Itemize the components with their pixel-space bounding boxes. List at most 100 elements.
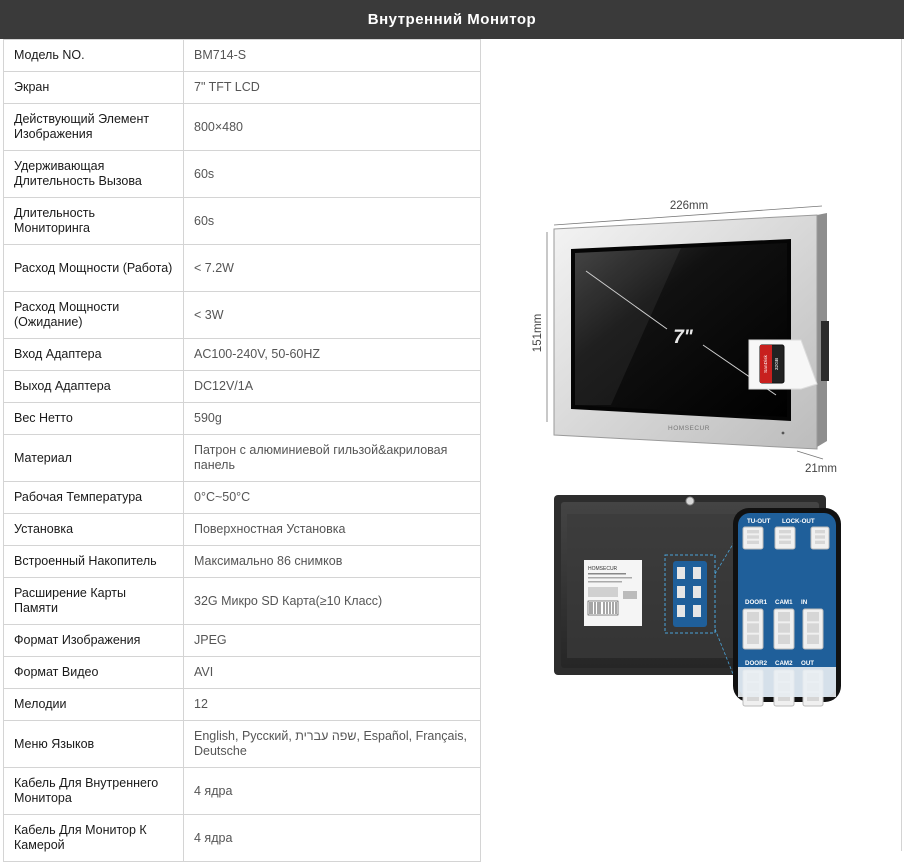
spec-value: Поверхностная Установка: [183, 513, 481, 546]
spec-key: Кабель Для Внутреннего Монитора: [3, 767, 184, 815]
spec-row: Формат Изображения JPEG: [3, 624, 481, 657]
spec-key: Расход Мощности (Работа): [3, 244, 184, 292]
spec-row: Мелодии 12: [3, 688, 481, 721]
connector-pin: [747, 634, 759, 644]
spec-value: Патрон с алюминиевой гильзой&акриловая п…: [183, 434, 481, 482]
spec-row: Материал Патрон с алюминиевой гильзой&акр…: [3, 434, 481, 482]
spec-key: Экран: [3, 71, 184, 104]
port-label: OUT: [801, 660, 814, 667]
port-label: TU-OUT: [747, 518, 771, 525]
spec-row: Расход Мощности (Ожидание) < 3W: [3, 291, 481, 339]
connector-pin: [747, 530, 759, 534]
spec-key: Вход Адаптера: [3, 338, 184, 371]
spec-value: AC100-240V, 50-60HZ: [183, 338, 481, 371]
spec-value: < 3W: [183, 291, 481, 339]
spec-row: Кабель Для Внутреннего Монитора 4 ядра: [3, 767, 481, 815]
spec-value: 60s: [183, 197, 481, 245]
connector-pin: [815, 540, 825, 544]
connector-pin: [778, 612, 790, 622]
spec-key: Рабочая Температура: [3, 481, 184, 514]
spec-key: Расход Мощности (Ожидание): [3, 291, 184, 339]
spec-key: Формат Изображения: [3, 624, 184, 657]
spec-value: BM714-S: [183, 39, 481, 72]
spec-value: 4 ядра: [183, 767, 481, 815]
connector-pin: [779, 535, 791, 539]
port-board-zoom: TU-OUT LOCK-OUT DOOR1 CAM1 IN DOOR2 CAM2 OUT: [733, 508, 841, 707]
label-brand: HOMSECUR: [588, 566, 618, 572]
spec-key: Мелодии: [3, 688, 184, 721]
spec-value: Максимально 86 снимков: [183, 545, 481, 578]
spec-key: Расширение Карты Памяти: [3, 577, 184, 625]
screen-diagonal-label: 7": [673, 327, 694, 348]
spec-value: 590g: [183, 402, 481, 435]
spec-value: 800×480: [183, 103, 481, 151]
spec-key: Длительность Мониторинга: [3, 197, 184, 245]
spec-value: 12: [183, 688, 481, 721]
connector-pin: [779, 540, 791, 544]
spec-row: Действующий Элемент Изображения 800×480: [3, 103, 481, 151]
spec-row: Расход Мощности (Работа) < 7.2W: [3, 244, 481, 292]
spec-row: Вес Нетто 590g: [3, 402, 481, 435]
spec-key: Формат Видео: [3, 656, 184, 689]
port-label: IN: [801, 599, 808, 606]
page-title: Внутренний Монитор: [0, 0, 904, 39]
spec-key: Действующий Элемент Изображения: [3, 103, 184, 151]
spec-table-body: Модель NO. BM714-S Экран 7" TFT LCD Действую…: [3, 39, 481, 862]
spec-row: Меню Языков English, Русский, שפה עברית, …: [3, 720, 481, 768]
spec-value: 60s: [183, 150, 481, 198]
connector-pin: [807, 623, 819, 633]
connector-pin: [747, 623, 759, 633]
port-label: CAM1: [775, 599, 793, 606]
spec-key: Выход Адаптера: [3, 370, 184, 403]
spec-value: 7" TFT LCD: [183, 71, 481, 104]
spec-row: Выход Адаптера DC12V/1A: [3, 370, 481, 403]
spec-key: Вес Нетто: [3, 402, 184, 435]
spec-key: Модель NO.: [3, 39, 184, 72]
port-label: LOCK-OUT: [782, 518, 815, 525]
height-label: 151mm: [532, 314, 544, 352]
spec-value: AVI: [183, 656, 481, 689]
product-images: 226mm 151mm 21mm 7" HOMSECUR SanDisk 32G…: [481, 39, 902, 851]
port-label: DOOR2: [745, 660, 768, 667]
port-label: DOOR1: [745, 599, 768, 606]
spec-key: Встроенный Накопитель: [3, 545, 184, 578]
frame-brand-logo: HOMSECUR: [668, 425, 710, 432]
connector-pin: [807, 612, 819, 622]
width-label: 226mm: [670, 200, 708, 212]
spec-key: Удерживающая Длительность Вызова: [3, 150, 184, 198]
spec-value: English, Русский, שפה עברית, Español, Fr…: [183, 720, 481, 768]
connector-pin: [815, 530, 825, 534]
sd-card-size: 32GB: [774, 358, 780, 370]
connector-pin: [747, 612, 759, 622]
spec-table: Модель NO. BM714-S Экран 7" TFT LCD Действую…: [3, 39, 481, 862]
connector-pin: [778, 634, 790, 644]
spec-row: Установка Поверхностная Установка: [3, 513, 481, 546]
spec-key: Материал: [3, 434, 184, 482]
spec-key: Кабель Для Монитор К Камерой: [3, 814, 184, 862]
connector-pin: [747, 535, 759, 539]
spec-value: 0°C~50°C: [183, 481, 481, 514]
connector-pin: [807, 634, 819, 644]
monitor-front-view: 226mm 151mm 21mm 7" HOMSECUR SanDisk 32G…: [532, 200, 837, 475]
product-illustration: 226mm 151mm 21mm 7" HOMSECUR SanDisk 32G…: [532, 200, 841, 707]
spec-row: Длительность Мониторинга 60s: [3, 197, 481, 245]
spec-row: Удерживающая Длительность Вызова 60s: [3, 150, 481, 198]
spec-row: Рабочая Температура 0°C~50°C: [3, 481, 481, 514]
port-label: CAM2: [775, 660, 793, 667]
spec-row: Кабель Для Монитор К Камерой 4 ядра: [3, 814, 481, 862]
connector-pin: [779, 530, 791, 534]
spec-row: Вход Адаптера AC100-240V, 50-60HZ: [3, 338, 481, 371]
connector-pin: [747, 540, 759, 544]
depth-label: 21mm: [805, 463, 837, 475]
spec-row: Экран 7" TFT LCD: [3, 71, 481, 104]
connector-pin: [778, 623, 790, 633]
spec-value: DC12V/1A: [183, 370, 481, 403]
spec-value: JPEG: [183, 624, 481, 657]
spec-row: Встроенный Накопитель Максимально 86 сним…: [3, 545, 481, 578]
depth-dimension-line: [796, 450, 824, 460]
spec-key: Установка: [3, 513, 184, 546]
spec-row: Расширение Карты Памяти 32G Микро SD Карт…: [3, 577, 481, 625]
connector-pin: [815, 535, 825, 539]
spec-value: 4 ядра: [183, 814, 481, 862]
spec-row: Формат Видео AVI: [3, 656, 481, 689]
